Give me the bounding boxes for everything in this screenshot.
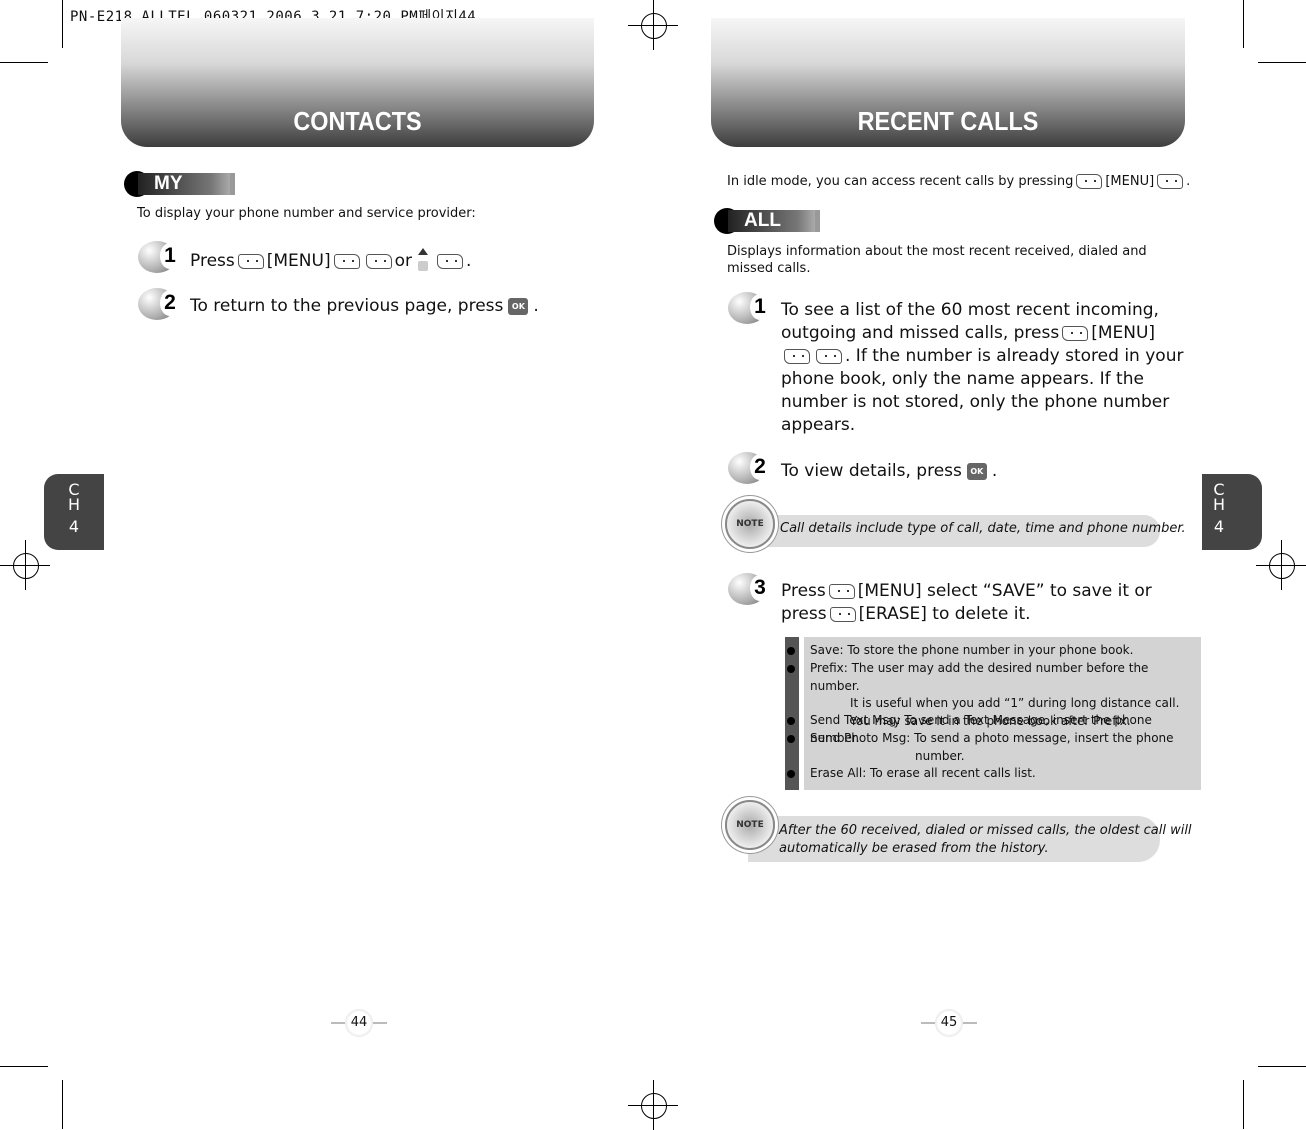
header-banner-contacts: CONTACTS	[121, 18, 594, 147]
step-number: 3	[728, 573, 770, 605]
crop-mark	[62, 1080, 63, 1129]
step-1-text: Press [MENU] or.	[190, 248, 471, 274]
crop-mark	[1258, 62, 1306, 63]
header-banner-recent-calls: RECENT CALLS	[711, 18, 1185, 147]
intro-text: To display your phone number and service…	[137, 206, 476, 221]
crop-mark	[1258, 1066, 1306, 1067]
list-item: Save: To store the phone number in your …	[787, 642, 1133, 660]
note-text: After the 60 received, dialed or missed …	[779, 823, 1192, 856]
key-6-icon	[365, 253, 392, 269]
step-3-text: Press [MENU] select “SAVE” to save it or …	[781, 581, 1152, 624]
section-title: ALL CALLS	[728, 210, 821, 253]
note-icon: NOTE	[725, 499, 775, 549]
registration-mark-icon	[1256, 540, 1306, 590]
section-title: MY PHONE #	[138, 173, 235, 238]
step-number: 2	[138, 288, 180, 320]
intro-text: In idle mode, you can access recent call…	[727, 174, 1191, 189]
crop-mark	[1243, 1080, 1244, 1129]
key-1-icon	[333, 253, 360, 269]
note-icon: NOTE	[725, 800, 775, 850]
registration-mark-icon	[628, 1080, 678, 1130]
page-number: 44	[331, 1009, 387, 1037]
erase-key-icon	[829, 606, 856, 622]
page-title: CONTACTS	[293, 106, 422, 136]
section-description: Displays information about the most rece…	[727, 244, 1147, 276]
page-title: RECENT CALLS	[857, 106, 1039, 136]
options-list: Save: To store the phone number in your …	[785, 637, 1201, 790]
list-item: Send Photo Msg: To send a photo message,…	[787, 730, 1174, 765]
step-2-text: To view details, press OK.	[781, 461, 998, 481]
note-text: Call details include type of call, date,…	[780, 521, 1186, 536]
step-2-text: To return to the previous page, press OK.	[190, 296, 539, 316]
crop-mark	[0, 62, 48, 63]
crop-mark	[1243, 0, 1244, 48]
key-2-icon	[1157, 174, 1184, 189]
chapter-tab: CH4	[44, 474, 104, 550]
registration-mark-icon	[628, 0, 678, 50]
list-item: Erase All: To erase all recent calls lis…	[787, 765, 1036, 783]
menu-key-icon	[1076, 174, 1103, 189]
menu-key-icon	[1062, 325, 1089, 341]
nav-up-icon	[416, 248, 430, 274]
step-number: 1	[728, 292, 770, 324]
key-2-icon	[784, 348, 810, 364]
ok-key-icon: OK	[508, 297, 529, 315]
step-number: 1	[138, 241, 180, 273]
page-number: 45	[921, 1009, 977, 1037]
ok-key-icon: OK	[966, 462, 987, 480]
key-1-icon	[816, 348, 842, 364]
registration-mark-icon	[0, 540, 50, 590]
crop-mark	[62, 0, 63, 48]
menu-key-icon	[828, 583, 855, 599]
key-6-icon	[436, 253, 463, 269]
step-number: 2	[728, 452, 770, 484]
chapter-tab: CH4	[1202, 474, 1262, 550]
crop-mark	[0, 1066, 48, 1067]
step-1-text: To see a list of the 60 most recent inco…	[781, 300, 1184, 435]
menu-key-icon	[237, 253, 264, 269]
